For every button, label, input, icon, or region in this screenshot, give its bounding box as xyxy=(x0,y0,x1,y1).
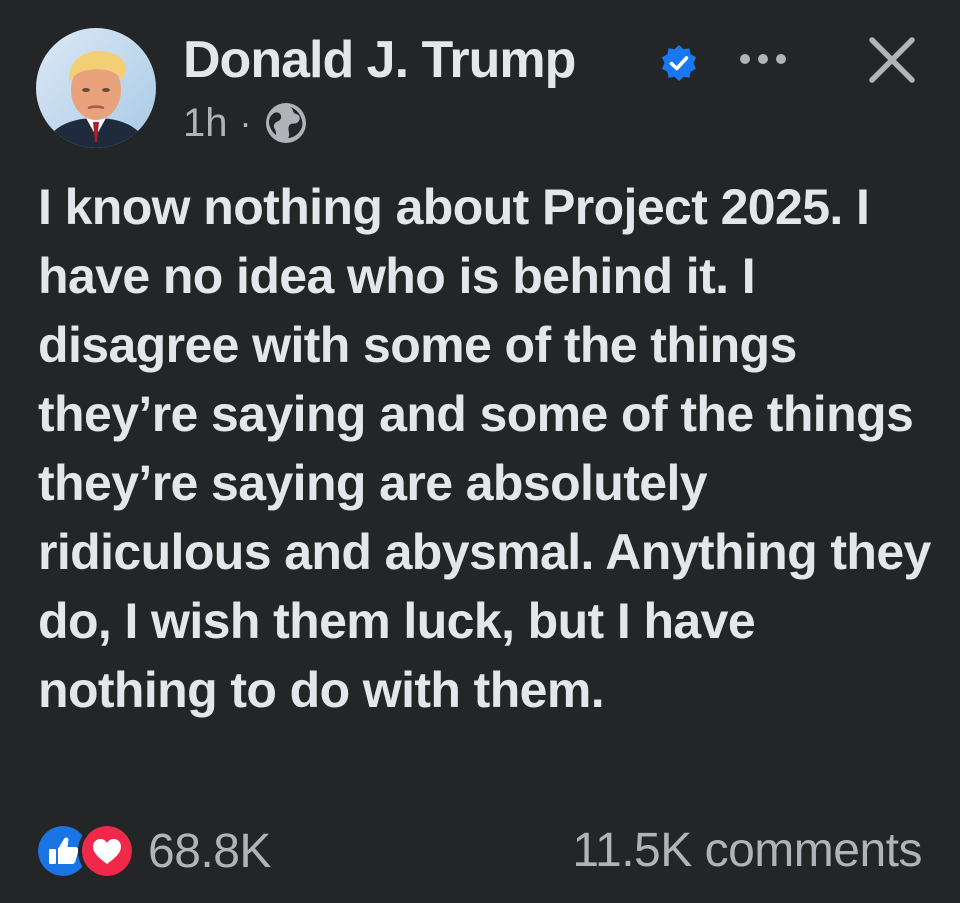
more-dots-icon xyxy=(740,54,786,64)
love-icon xyxy=(78,822,136,880)
author-avatar[interactable] xyxy=(36,28,156,148)
reaction-count: 68.8K xyxy=(148,824,271,878)
verified-badge-icon xyxy=(662,45,696,81)
meta-separator: · xyxy=(239,102,252,143)
post-card: Donald J. Trump 1h · I know nothing abou… xyxy=(0,0,960,903)
globe-icon xyxy=(265,103,306,143)
reactions-summary[interactable]: 68.8K xyxy=(34,820,271,882)
author-name[interactable]: Donald J. Trump xyxy=(183,28,576,92)
post-meta: 1h · xyxy=(183,99,308,147)
post-body: I know nothing about Project 2025. I hav… xyxy=(38,179,931,718)
close-button[interactable] xyxy=(862,30,922,90)
post-timestamp[interactable]: 1h xyxy=(183,101,228,146)
more-options-button[interactable] xyxy=(735,44,791,74)
close-icon xyxy=(869,37,915,83)
comments-count-link[interactable]: 11.5K comments xyxy=(572,820,922,882)
